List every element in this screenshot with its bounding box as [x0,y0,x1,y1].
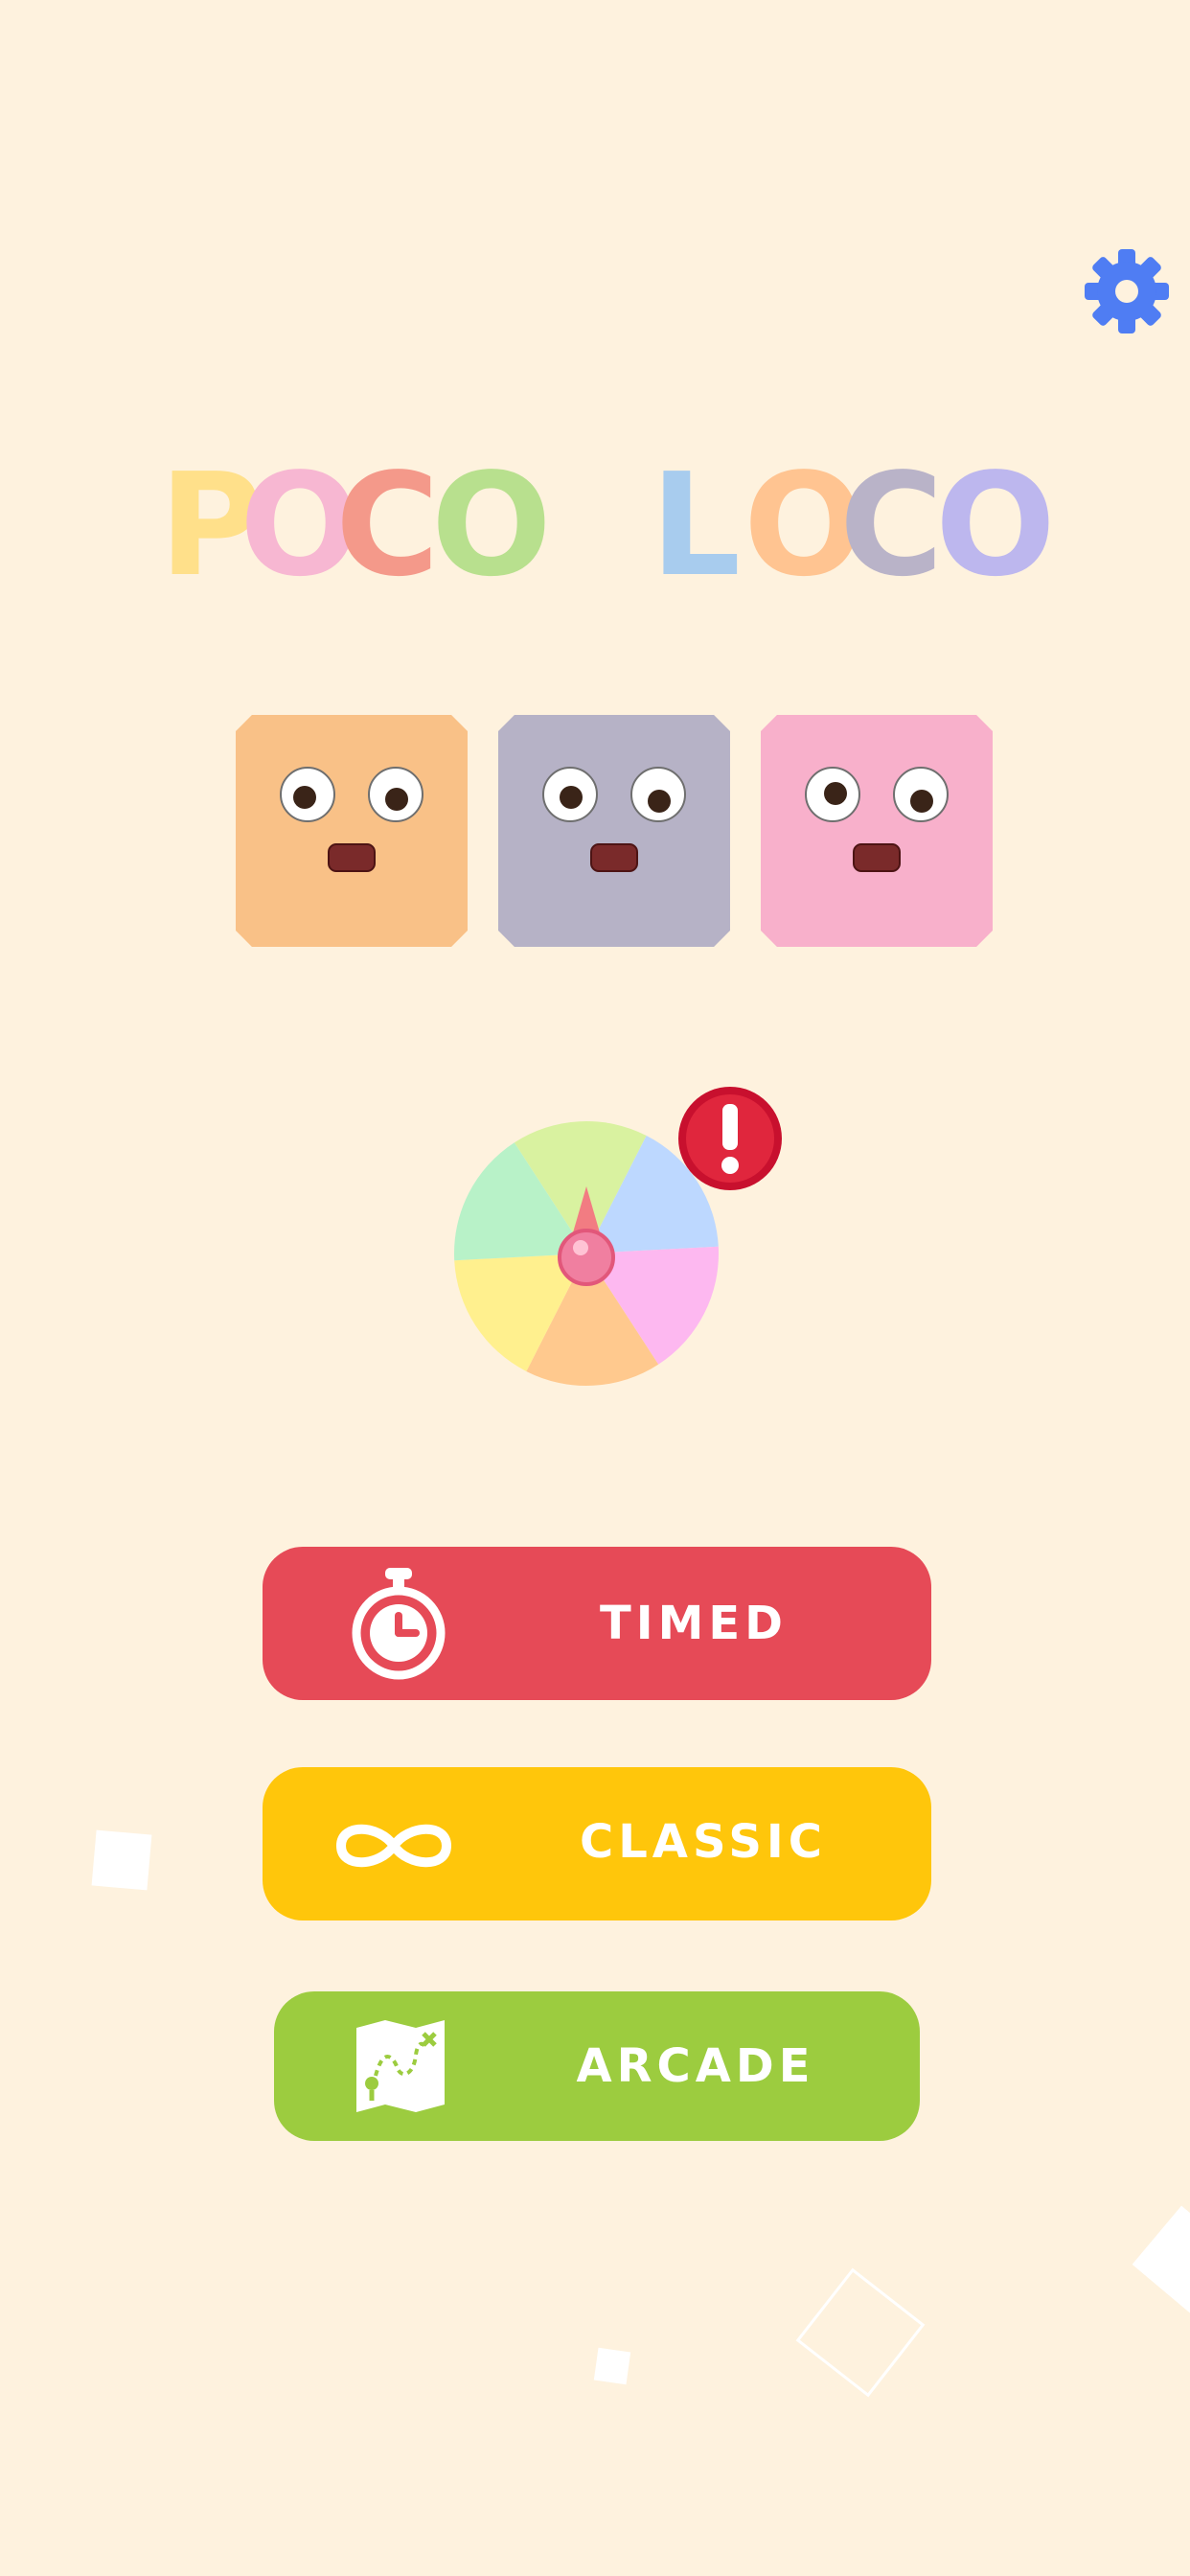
title-letter: O [240,443,360,608]
left-eye [805,767,860,822]
title-letter: O [744,443,864,608]
classic-label: CLASSIC [579,1815,828,1869]
decorative-square [593,2347,631,2385]
title-letter: L [650,443,742,608]
arcade-label: ARCADE [576,2039,815,2093]
decorative-square [1132,2205,1190,2314]
title-word-poco: P O C O [159,443,552,608]
left-eye [280,767,335,822]
game-title: P O C O L O C O [0,448,1190,602]
left-eye [542,767,598,822]
arcade-button[interactable]: ARCADE [274,1991,920,2141]
right-eye [630,767,686,822]
title-letter: O [935,443,1056,608]
timed-button[interactable]: TIMED [263,1547,931,1700]
settings-button[interactable] [1081,245,1173,337]
mouth [590,843,638,872]
character-pink [761,715,993,947]
wheel-hub [558,1229,615,1286]
right-eye [893,767,949,822]
title-letter: O [431,443,552,608]
stopwatch-icon [352,1568,446,1680]
infinity-icon [335,1824,452,1868]
alert-badge[interactable] [675,1083,786,1194]
classic-button[interactable]: CLASSIC [263,1767,931,1920]
character-orange [236,715,468,947]
title-letter: C [839,443,944,608]
gear-icon [1085,249,1169,334]
timed-label: TIMED [600,1597,788,1650]
mouth [853,843,901,872]
title-word-loco: L O C O [648,443,1056,608]
mouth [328,843,376,872]
right-eye [368,767,423,822]
decorative-square-outline [795,2267,926,2398]
decorative-square [91,1829,152,1891]
title-letter: C [335,443,440,608]
title-letter: P [159,443,263,608]
character-gray [498,715,730,947]
treasure-map-icon [356,2020,445,2112]
